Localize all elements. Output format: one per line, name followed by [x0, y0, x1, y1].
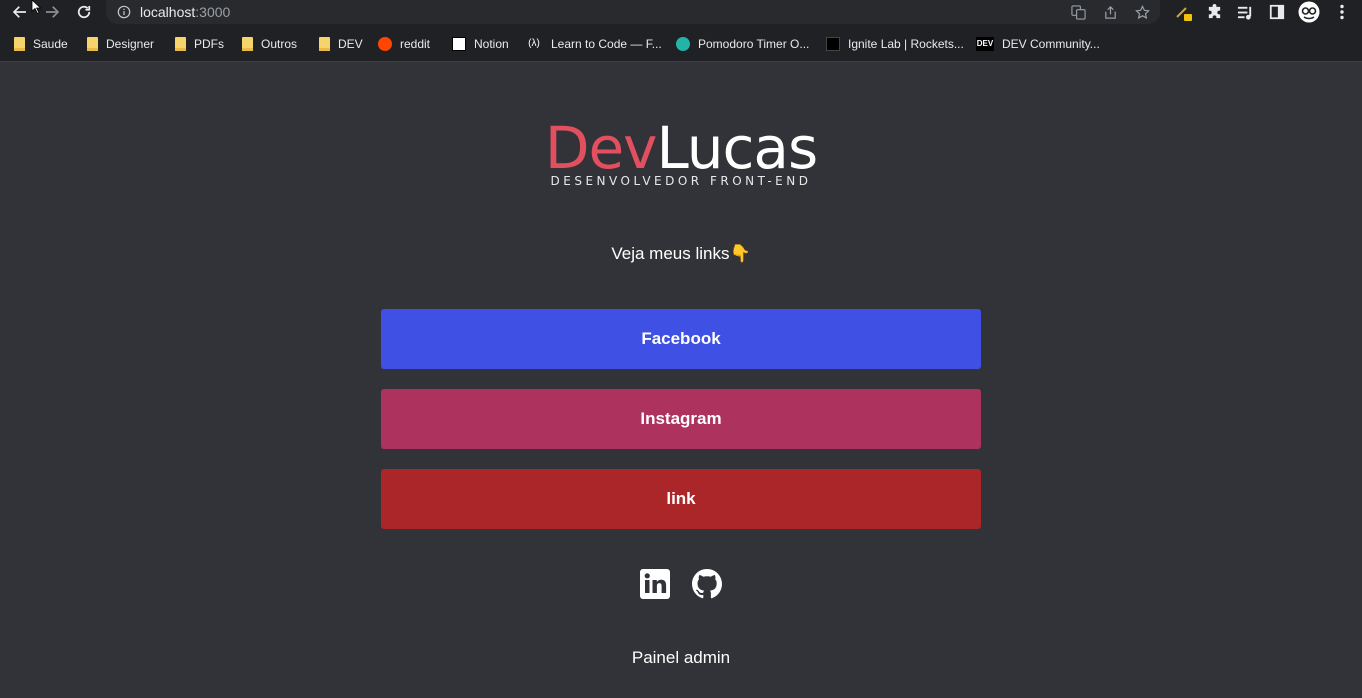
bookmark-designer[interactable]: Designer: [87, 35, 154, 53]
reload-button[interactable]: [73, 1, 95, 23]
url-host: localhost: [140, 4, 196, 20]
translate-icon[interactable]: [1070, 4, 1086, 20]
forward-button[interactable]: [41, 1, 63, 23]
more-menu-icon[interactable]: [1333, 3, 1351, 21]
bookmark-dev[interactable]: DEV: [319, 35, 363, 53]
dev-community-icon: DEV: [976, 37, 994, 51]
social-icons: [0, 568, 1362, 600]
bookmark-pdfs[interactable]: PDFs: [175, 35, 224, 53]
star-bookmark-icon[interactable]: [1134, 4, 1150, 20]
bookmark-label: Designer: [106, 37, 155, 51]
bookmark-freecodecamp[interactable]: (λ) Learn to Code — F...: [525, 35, 662, 53]
media-control-icon[interactable]: [1236, 3, 1254, 21]
bookmark-label: Saude: [33, 37, 68, 51]
notion-icon: [452, 37, 466, 51]
bookmark-label: Ignite Lab | Rockets...: [848, 37, 964, 51]
address-bar[interactable]: localhost:3000: [106, 0, 1160, 24]
bookmark-label: Learn to Code — F...: [551, 37, 662, 51]
linkedin-icon[interactable]: [639, 568, 671, 600]
extension-pen-icon[interactable]: [1174, 3, 1192, 21]
bookmark-dev-community[interactable]: DEV DEV Community...: [976, 35, 1100, 53]
facebook-link-button[interactable]: Facebook: [381, 309, 981, 369]
bookmark-label: DEV: [338, 37, 363, 51]
url-port: :3000: [195, 4, 231, 20]
folder-icon: [175, 37, 186, 51]
side-panel-icon[interactable]: [1268, 3, 1286, 21]
profile-avatar-icon[interactable]: [1298, 1, 1320, 23]
bookmark-ignite-lab[interactable]: Ignite Lab | Rockets...: [826, 35, 964, 53]
logo-dev-text: Dev: [544, 114, 658, 182]
folder-icon: [14, 37, 25, 51]
bookmark-label: Outros: [261, 37, 298, 51]
folder-icon: [87, 37, 98, 51]
folder-icon: [319, 37, 330, 51]
share-icon[interactable]: [1102, 4, 1118, 20]
admin-panel-link[interactable]: Painel admin: [0, 648, 1362, 668]
bookmark-saude[interactable]: Saude: [14, 35, 68, 53]
mouse-cursor-icon: [31, 0, 42, 14]
browser-toolbar: localhost:3000: [0, 0, 1362, 26]
links-list: Facebook Instagram link: [381, 309, 981, 549]
bookmark-label: reddit: [400, 37, 431, 51]
logo-subtitle: DESENVOLVEDOR FRONT-END: [550, 174, 812, 188]
github-icon[interactable]: [691, 568, 723, 600]
bookmark-label: DEV Community...: [1002, 37, 1100, 51]
freecodecamp-icon: (λ): [528, 38, 540, 49]
bookmark-outros[interactable]: Outros: [242, 35, 297, 53]
logo-title: DevLucas: [0, 116, 1362, 180]
bookmarks-bar: Saude Designer PDFs Outros DEV reddit No…: [0, 26, 1362, 62]
bookmark-label: Pomodoro Timer O...: [698, 37, 810, 51]
bookmark-reddit[interactable]: reddit: [378, 35, 430, 53]
bookmark-pomodoro[interactable]: Pomodoro Timer O...: [676, 35, 809, 53]
bookmark-notion[interactable]: Notion: [452, 35, 509, 53]
logo: DevLucas DESENVOLVEDOR FRONT-END: [0, 116, 1362, 188]
rocketseat-icon: [826, 37, 840, 51]
generic-link-button[interactable]: link: [381, 469, 981, 529]
back-button[interactable]: [9, 1, 31, 23]
instagram-link-button[interactable]: Instagram: [381, 389, 981, 449]
reddit-icon: [378, 37, 392, 51]
extensions-puzzle-icon[interactable]: [1205, 3, 1223, 21]
logo-lucas-text: Lucas: [656, 114, 818, 182]
bookmark-label: PDFs: [194, 37, 224, 51]
bookmark-label: Notion: [474, 37, 509, 51]
info-icon[interactable]: [116, 4, 132, 20]
pomodoro-icon: [676, 37, 690, 51]
url-text[interactable]: localhost:3000: [140, 4, 230, 20]
folder-icon: [242, 37, 253, 51]
tagline: Veja meus links👇: [611, 244, 751, 263]
